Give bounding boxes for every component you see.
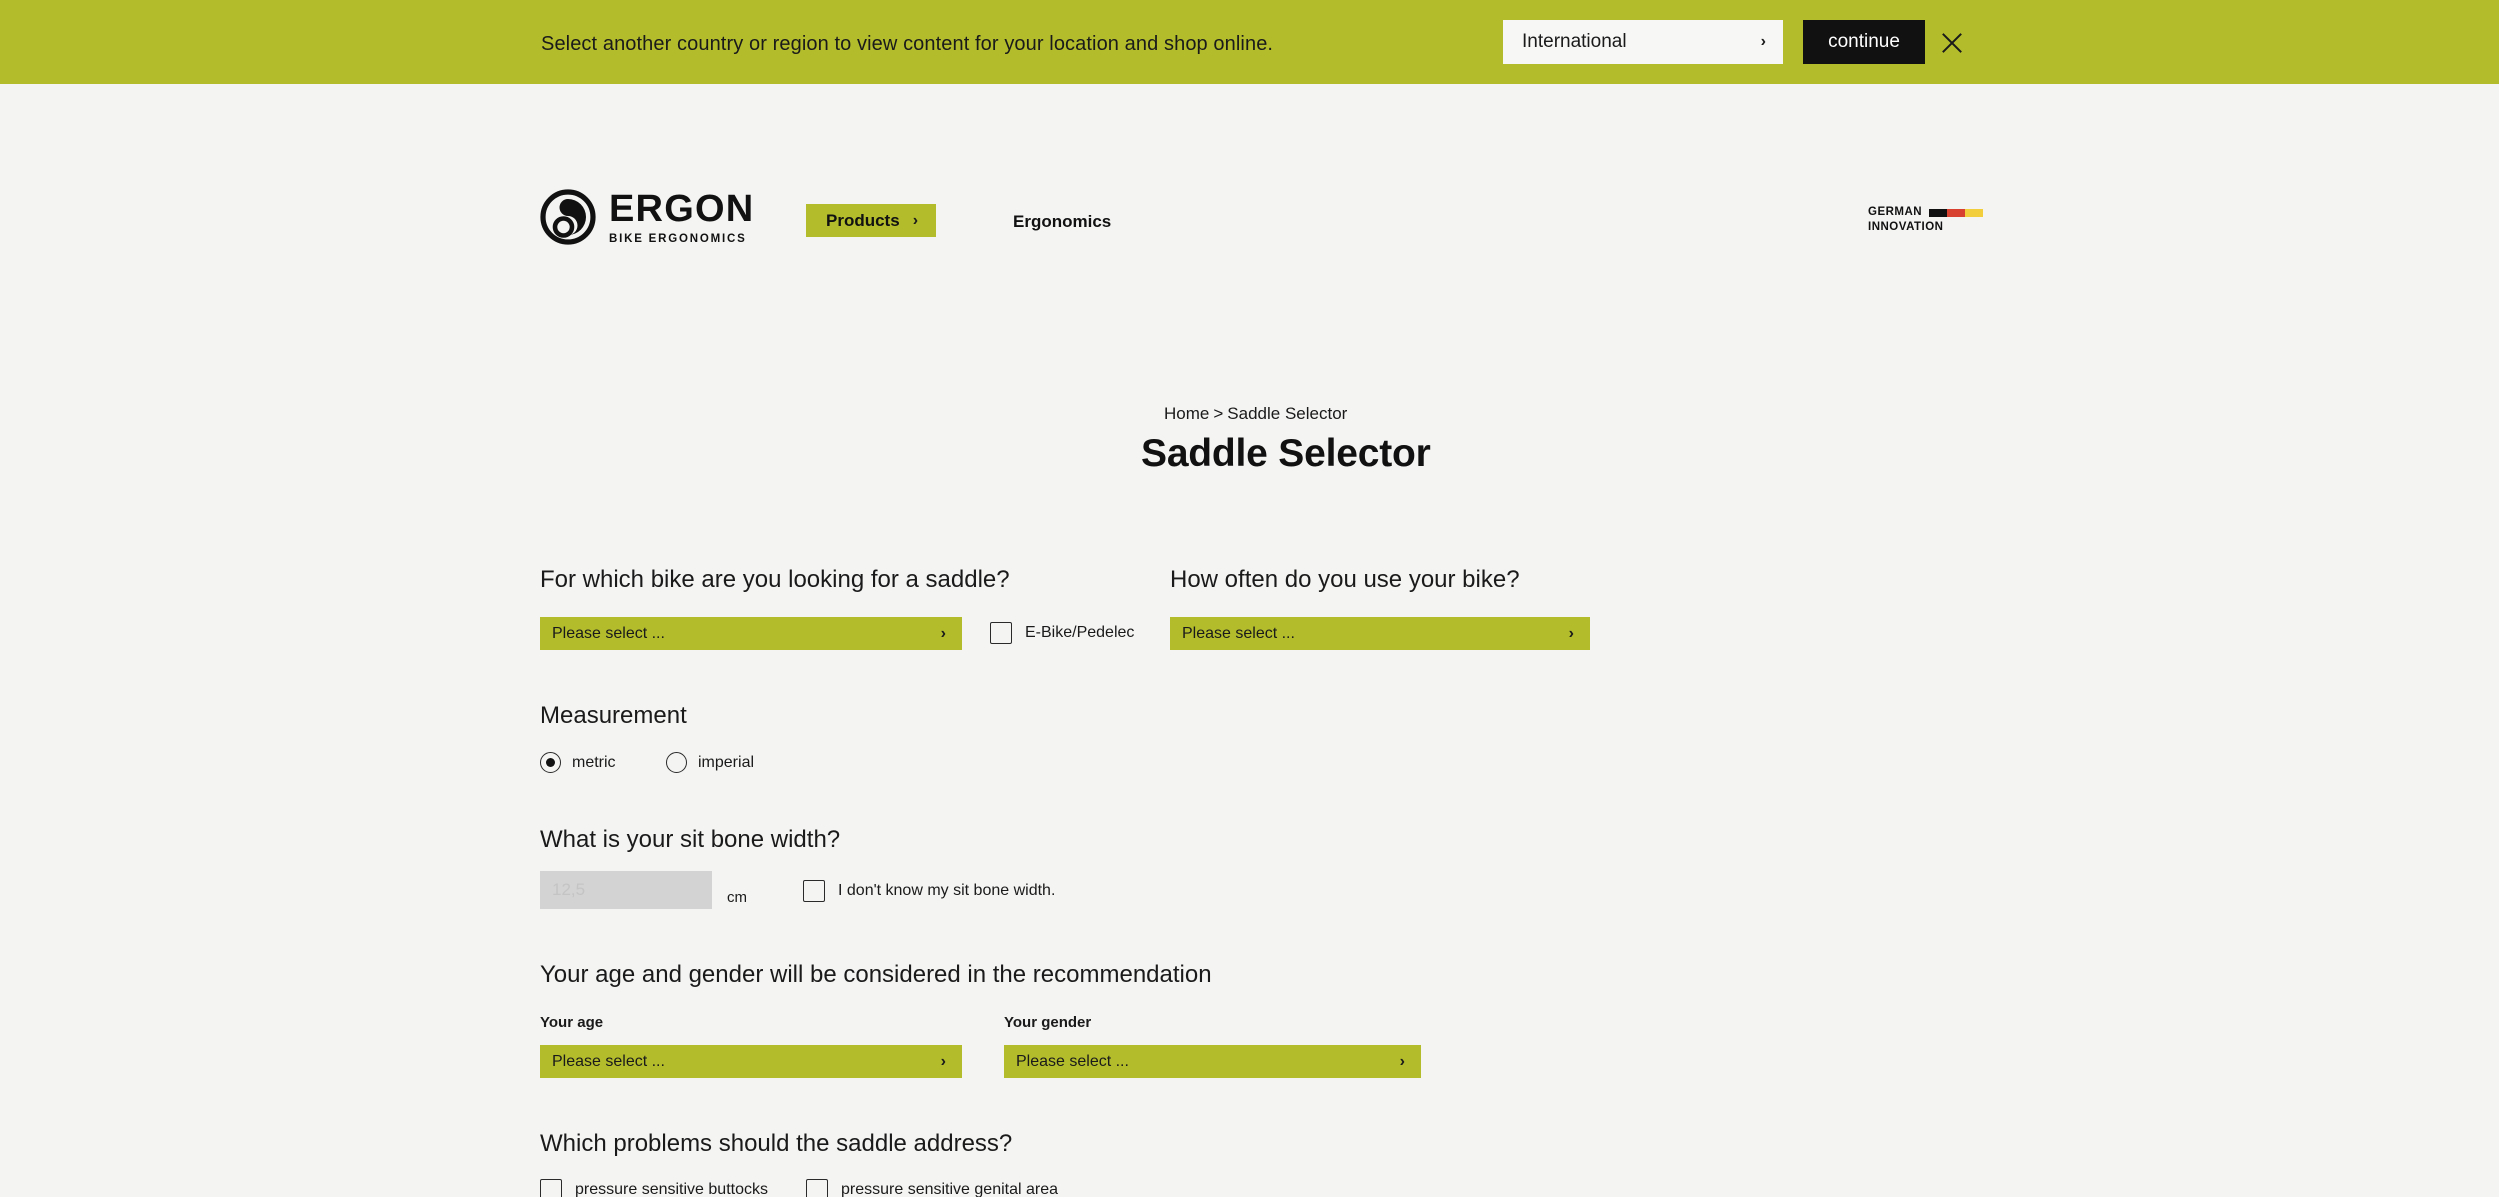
continue-button[interactable]: continue [1803,20,1925,64]
breadcrumb-home[interactable]: Home [1164,404,1209,423]
sit-bone-width-input[interactable] [540,871,712,909]
heading-age-gender: Your age and gender will be considered i… [540,961,1212,988]
usage-frequency-select[interactable]: Please select ... › [1170,617,1590,650]
label-your-gender: Your gender [1004,1014,1092,1031]
german-innovation-award-badge: GERMAN INNOVATION [1868,205,1984,235]
gender-select-value: Please select ... [1016,1052,1129,1070]
label-your-age: Your age [540,1014,604,1031]
chevron-right-icon: › [1760,33,1766,50]
breadcrumb-current: Saddle Selector [1227,404,1348,423]
logo-tagline: BIKE ERGONOMICS [609,233,747,245]
label-sit-bone-question: What is your sit bone width? [540,826,841,853]
german-flag-icon [1929,208,1984,217]
label-measurement: Measurement [540,702,687,729]
pressure-genital-checkbox[interactable] [806,1179,828,1197]
country-region-banner: Select another country or region to view… [0,0,2499,84]
label-frequency-question: How often do you use your bike? [1170,566,1520,593]
age-select-value: Please select ... [552,1052,665,1070]
chevron-right-icon: › [1399,1052,1405,1070]
metric-radio-label: metric [572,753,616,771]
label-bike-question: For which bike are you looking for a sad… [540,566,1010,593]
usage-frequency-select-value: Please select ... [1182,624,1295,642]
site-header: ERGON BIKE ERGONOMICS Products › Ergonom… [0,84,2499,245]
metric-radio[interactable] [540,752,561,773]
ebike-checkbox-label: E-Bike/Pedelec [1025,624,1135,641]
problem-option-buttocks[interactable]: pressure sensitive buttocks [540,1179,768,1197]
heading-problems: Which problems should the saddle address… [540,1130,1013,1157]
unknown-sit-bone-checkbox[interactable] [803,880,825,902]
chevron-right-icon: › [912,211,919,229]
chevron-right-icon: › [940,624,946,642]
logo-wordmark: ERGON [609,188,755,230]
chevron-right-icon: › [940,1052,946,1070]
ebike-checkbox-row[interactable]: E-Bike/Pedelec [990,622,1134,644]
bike-type-select-value: Please select ... [552,624,665,642]
ergon-logo[interactable]: ERGON BIKE ERGONOMICS [540,188,754,245]
pressure-buttocks-label: pressure sensitive buttocks [575,1181,768,1197]
chevron-right-icon: › [1568,624,1574,642]
country-region-select[interactable]: International › [1503,20,1783,64]
page-title: Saddle Selector [1141,432,1431,475]
pressure-buttocks-checkbox[interactable] [540,1179,562,1197]
measurement-option-imperial[interactable]: imperial [666,752,754,773]
age-select[interactable]: Please select ... › [540,1045,962,1078]
gender-select[interactable]: Please select ... › [1004,1045,1421,1078]
ebike-checkbox[interactable] [990,622,1012,644]
imperial-radio[interactable] [666,752,687,773]
unknown-sit-bone-label: I don't know my sit bone width. [838,882,1056,899]
problem-option-genital[interactable]: pressure sensitive genital area [806,1179,1058,1197]
breadcrumb: Home > Saddle Selector [1164,404,1347,424]
unknown-sit-bone-row[interactable]: I don't know my sit bone width. [803,880,1055,902]
pressure-genital-label: pressure sensitive genital area [841,1181,1059,1197]
country-region-value: International [1522,31,1627,52]
nav-item-products[interactable]: Products › [806,204,937,237]
award-line-2: INNOVATION [1868,221,1944,234]
close-icon[interactable] [1938,30,1964,56]
country-banner-message: Select another country or region to view… [541,33,1274,55]
measurement-option-metric[interactable]: metric [540,752,616,773]
breadcrumb-separator: > [1213,404,1224,423]
award-line-1: GERMAN [1868,206,1923,218]
sit-bone-unit-label: cm [727,889,747,906]
imperial-radio-label: imperial [698,753,755,771]
nav-products-label: Products [826,210,900,230]
nav-item-ergonomics[interactable]: Ergonomics [1013,212,1111,232]
ergon-circle-logo-icon [540,188,596,245]
bike-type-select[interactable]: Please select ... › [540,617,962,650]
